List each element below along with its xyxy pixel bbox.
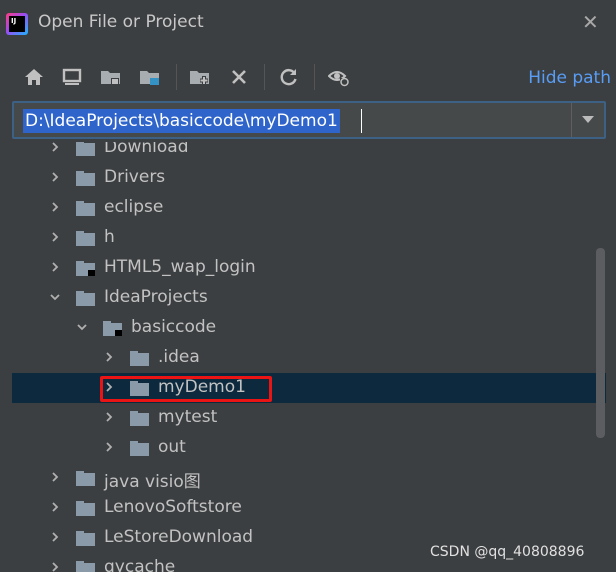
path-input[interactable]: D:\IdeaProjects\basiccode\myDemo1 bbox=[23, 109, 340, 133]
tree-item-label: Download bbox=[104, 142, 189, 157]
tree-item-label: HTML5_wap_login bbox=[104, 257, 256, 277]
refresh-icon[interactable] bbox=[276, 64, 302, 90]
home-icon[interactable] bbox=[21, 64, 47, 90]
tree-item-label: out bbox=[158, 437, 186, 457]
folder-icon bbox=[76, 261, 95, 276]
module-folder-icon[interactable] bbox=[137, 64, 163, 90]
tree-row[interactable]: HTML5_wap_login bbox=[12, 253, 606, 283]
chevron-down-icon[interactable] bbox=[582, 116, 594, 123]
path-combobox[interactable]: D:\IdeaProjects\basiccode\myDemo1 bbox=[12, 101, 606, 139]
folder-icon bbox=[76, 471, 95, 486]
chevron-down-icon[interactable] bbox=[77, 322, 87, 332]
watermark: CSDN @qq_40808896 bbox=[430, 544, 585, 560]
chevron-right-icon[interactable] bbox=[50, 202, 60, 212]
folder-icon bbox=[76, 231, 95, 246]
toolbar: Hide path bbox=[0, 60, 616, 94]
chevron-right-icon[interactable] bbox=[50, 472, 60, 482]
tree-item-label: .idea bbox=[158, 347, 200, 367]
toolbar-separator bbox=[264, 64, 265, 90]
folder-icon bbox=[76, 142, 95, 156]
tree-row[interactable]: Drivers bbox=[12, 163, 606, 193]
tree-row[interactable]: basiccode bbox=[12, 313, 606, 343]
tree-item-label: java visio图 bbox=[104, 472, 201, 492]
chevron-right-icon[interactable] bbox=[50, 502, 60, 512]
folder-icon bbox=[130, 351, 149, 366]
chevron-right-icon[interactable] bbox=[104, 442, 114, 452]
dropdown-separator bbox=[571, 103, 572, 137]
tree-item-label: LeStoreDownload bbox=[104, 527, 254, 547]
folder-icon bbox=[76, 201, 95, 216]
tree-item-label: h bbox=[104, 227, 115, 247]
tree-item-label: Drivers bbox=[104, 167, 166, 187]
tree-item-label: eclipse bbox=[104, 197, 164, 217]
folder-icon bbox=[76, 561, 95, 572]
tree-row[interactable]: IdeaProjects bbox=[12, 283, 606, 313]
tree-row[interactable]: h bbox=[12, 223, 606, 253]
close-icon[interactable]: ✕ bbox=[582, 10, 599, 34]
chevron-right-icon[interactable] bbox=[50, 562, 60, 572]
tree-item-label: mytest bbox=[158, 407, 218, 427]
tree-row[interactable]: .idea bbox=[12, 343, 606, 373]
folder-icon bbox=[130, 441, 149, 456]
show-hidden-icon[interactable] bbox=[326, 64, 352, 90]
tree-item-label: IdeaProjects bbox=[104, 287, 208, 307]
folder-icon bbox=[130, 411, 149, 426]
chevron-right-icon[interactable] bbox=[104, 412, 114, 422]
chevron-right-icon[interactable] bbox=[50, 172, 60, 182]
chevron-right-icon[interactable] bbox=[104, 352, 114, 362]
annotation-highlight-box bbox=[100, 376, 272, 402]
text-caret bbox=[361, 109, 362, 133]
chevron-right-icon[interactable] bbox=[50, 142, 60, 152]
tree-row[interactable]: mytest bbox=[12, 403, 606, 433]
tree-row[interactable]: out bbox=[12, 433, 606, 463]
folder-icon bbox=[76, 171, 95, 186]
tree-item-label: basiccode bbox=[131, 317, 217, 337]
hide-path-link[interactable]: Hide path bbox=[528, 68, 611, 88]
intellij-logo-icon: IJ bbox=[6, 13, 28, 35]
tree-row[interactable]: LenovoSoftstore bbox=[12, 493, 606, 523]
folder-icon bbox=[103, 321, 122, 336]
folder-icon bbox=[76, 291, 95, 306]
toolbar-separator bbox=[176, 64, 177, 90]
tree-row[interactable]: Download bbox=[12, 142, 606, 163]
vertical-scrollbar[interactable] bbox=[596, 248, 605, 438]
chevron-down-icon[interactable] bbox=[50, 292, 60, 302]
tree-row[interactable]: eclipse bbox=[12, 193, 606, 223]
new-folder-icon[interactable] bbox=[187, 64, 213, 90]
chevron-right-icon[interactable] bbox=[50, 262, 60, 272]
dialog-title: Open File or Project bbox=[38, 12, 204, 32]
tree-row[interactable]: myDemo1 bbox=[12, 373, 606, 403]
delete-icon[interactable] bbox=[226, 64, 252, 90]
tree-row[interactable]: java visio图 bbox=[12, 463, 606, 493]
tree-item-label: LenovoSoftstore bbox=[104, 497, 242, 517]
tree-item-label: qycache bbox=[104, 557, 176, 572]
toolbar-separator bbox=[314, 64, 315, 90]
chevron-right-icon[interactable] bbox=[50, 232, 60, 242]
file-tree[interactable]: Download Drivers eclipse h HTML5_wap_login Id… bbox=[12, 142, 606, 572]
chevron-right-icon[interactable] bbox=[50, 532, 60, 542]
title-bar: IJ Open File or Project ✕ bbox=[0, 0, 616, 48]
desktop-icon[interactable] bbox=[59, 64, 85, 90]
folder-icon bbox=[76, 501, 95, 516]
project-folder-icon[interactable] bbox=[98, 64, 124, 90]
folder-icon bbox=[76, 531, 95, 546]
